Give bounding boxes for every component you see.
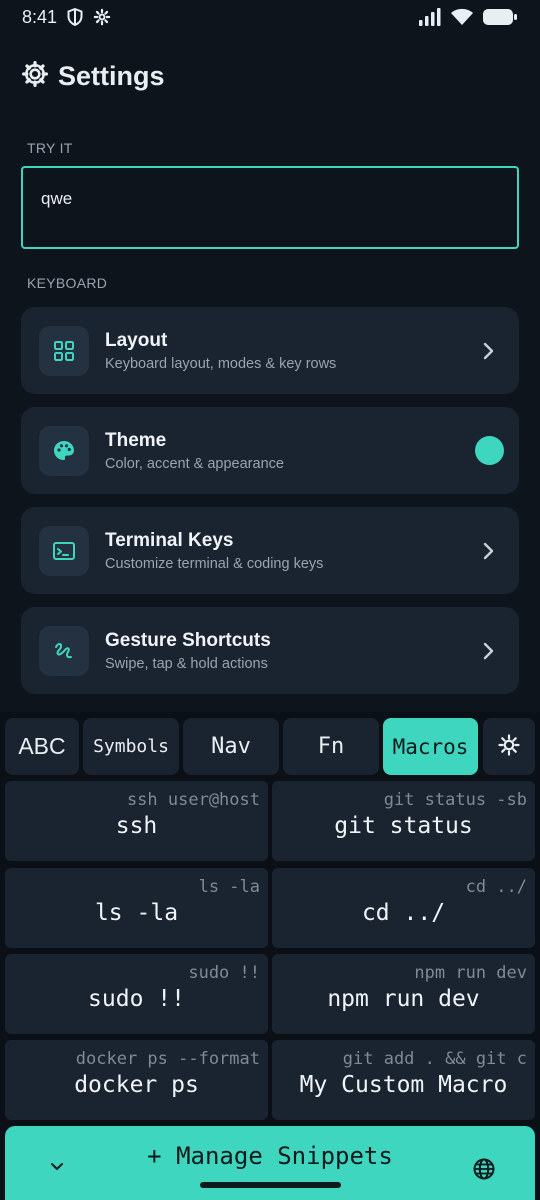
tab-label: Fn [317,734,345,759]
macro-label: docker ps [74,1072,199,1098]
macro-hint: npm run dev [414,963,527,983]
settings-item-title: Terminal Keys [105,529,234,551]
macro-hint: git status -sb [383,790,527,810]
home-indicator [200,1182,341,1188]
macro-key[interactable]: npm run dev npm run dev [272,954,535,1034]
try-it-label: TRY IT [27,140,73,156]
macro-hint: docker ps --format [75,1049,260,1069]
gear-icon [93,8,111,26]
macro-key[interactable]: git status -sb git status [272,781,535,861]
gear-icon [497,733,521,761]
macro-hint: sudo !! [188,963,260,983]
macro-key[interactable]: docker ps --format docker ps [5,1040,268,1120]
macro-key[interactable]: sudo !! sudo !! [5,954,268,1034]
macro-label: npm run dev [327,986,480,1012]
tab-nav[interactable]: Nav [183,718,279,775]
try-it-input[interactable]: qwe [21,166,519,249]
chevron-right-icon [459,641,519,661]
macro-key[interactable]: ssh user@host ssh [5,781,268,861]
macro-hint: ssh user@host [126,790,260,810]
settings-item-layout[interactable]: Layout Keyboard layout, modes & key rows [21,307,519,394]
tab-label: Macros [392,734,469,759]
chevron-right-icon [459,541,519,561]
tab-abc[interactable]: ABC [5,718,79,775]
settings-item-gesture-shortcuts[interactable]: Gesture Shortcuts Swipe, tap & hold acti… [21,607,519,694]
macro-label: ls -la [94,900,179,926]
status-time: 8:41 [22,6,58,27]
palette-icon [39,425,89,476]
macro-hint: cd ../ [465,877,527,897]
settings-item-title: Theme [105,429,167,451]
macro-hint: git add . && git c [342,1049,527,1069]
settings-item-theme[interactable]: Theme Color, accent & appearance [21,407,519,494]
macro-label: sudo !! [88,986,185,1012]
macro-label: git status [334,813,473,839]
macro-key[interactable]: ls -la ls -la [5,868,268,948]
gear-icon [22,60,48,92]
tab-fn[interactable]: Fn [283,718,379,775]
gesture-icon [39,625,89,676]
globe-icon[interactable] [472,1157,496,1186]
macro-hint: ls -la [198,877,260,897]
grid-icon [39,325,89,376]
settings-item-subtitle: Customize terminal & coding keys [105,555,324,572]
terminal-icon [39,525,89,576]
chevron-down-icon[interactable] [48,1160,66,1178]
settings-item-subtitle: Keyboard layout, modes & key rows [105,355,337,372]
macro-label: ssh [115,813,158,839]
manage-snippets-label: + Manage Snippets [147,1142,393,1170]
theme-color-dot [474,436,504,465]
keyboard-settings-button[interactable] [483,718,535,775]
macro-key[interactable]: git add . && git c My Custom Macro [272,1040,535,1120]
settings-item-terminal-keys[interactable]: Terminal Keys Customize terminal & codin… [21,507,519,594]
chevron-right-icon [459,341,519,361]
try-it-value: qwe [41,189,73,208]
shield-icon [67,8,83,26]
tab-macros[interactable]: Macros [383,718,478,775]
macro-key[interactable]: cd ../ cd ../ [272,868,535,948]
page-title: Settings [58,60,165,91]
tab-label: Symbols [93,736,169,757]
macro-label: cd ../ [361,900,446,926]
keyboard-section-label: KEYBOARD [27,275,108,291]
tab-label: Nav [211,734,251,759]
signal-icon [418,8,442,26]
settings-item-subtitle: Color, accent & appearance [105,455,284,472]
settings-item-subtitle: Swipe, tap & hold actions [105,655,268,672]
manage-snippets-button[interactable]: + Manage Snippets [5,1126,535,1200]
settings-item-title: Layout [105,329,168,351]
settings-item-title: Gesture Shortcuts [105,629,271,651]
page-header: Settings [22,56,165,96]
macro-label: My Custom Macro [299,1072,508,1098]
status-bar: 8:41 [0,0,540,34]
battery-icon [482,8,518,26]
tab-symbols[interactable]: Symbols [83,718,179,775]
tab-label: ABC [18,733,66,759]
wifi-icon [450,8,474,26]
